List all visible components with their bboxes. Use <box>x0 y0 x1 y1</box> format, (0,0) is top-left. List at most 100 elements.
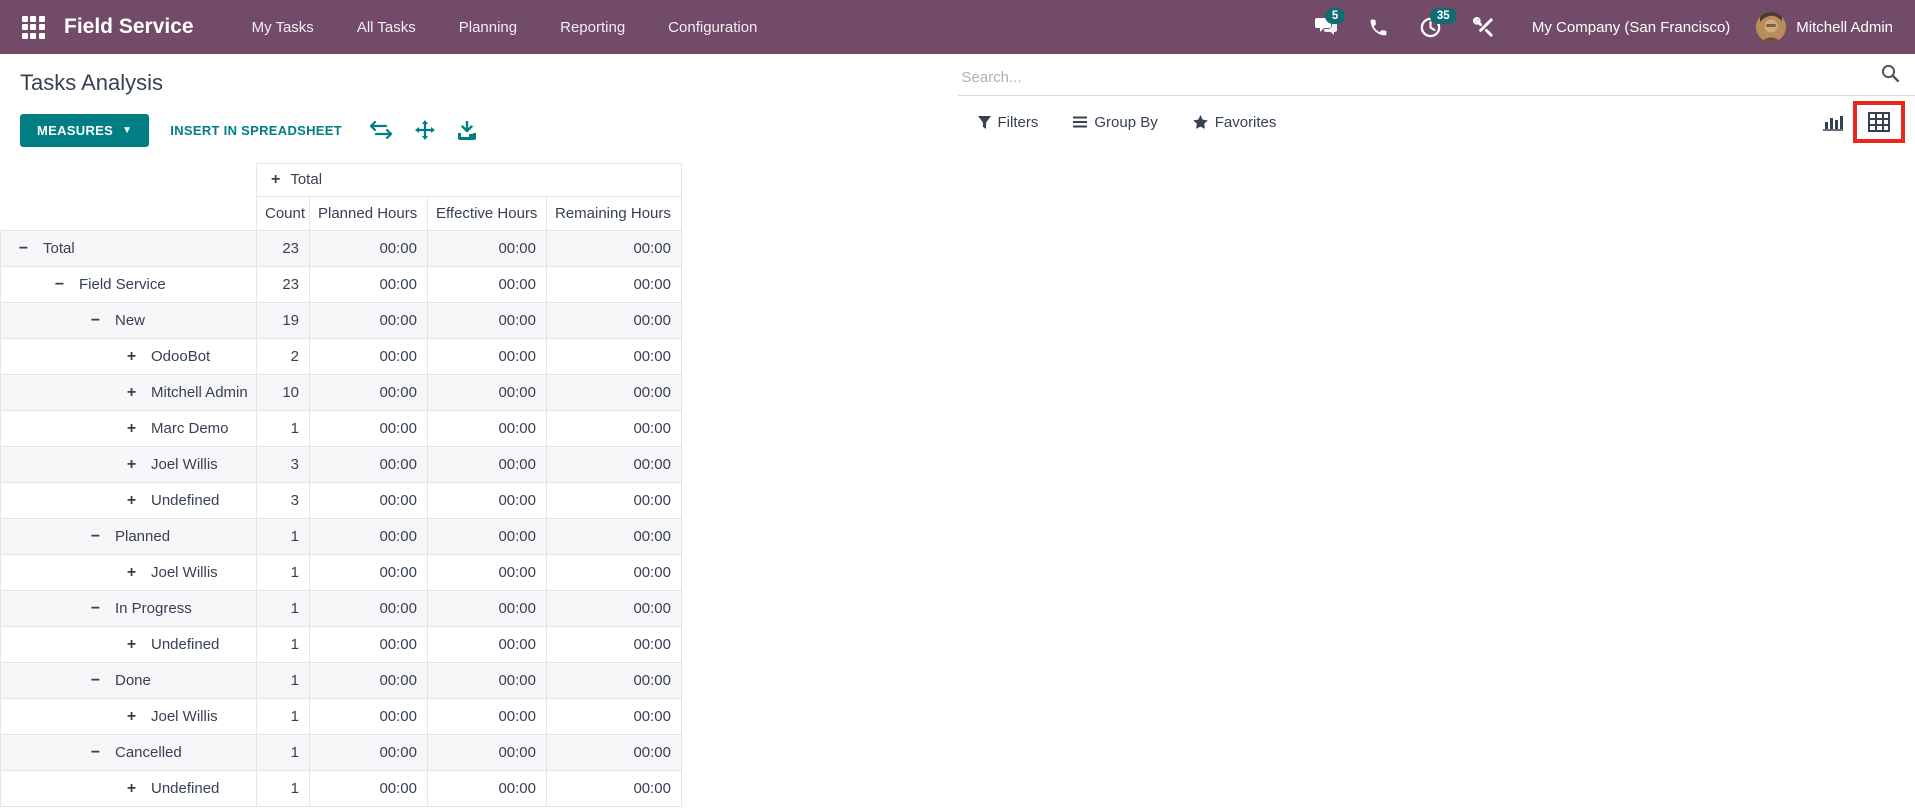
bar-chart-view-button[interactable] <box>1813 107 1853 137</box>
row-header-field-service[interactable]: − Field Service <box>0 266 257 303</box>
expand-icon[interactable]: + <box>125 708 138 726</box>
expand-icon[interactable]: + <box>125 780 138 798</box>
apps-menu-button[interactable] <box>16 10 50 44</box>
row-header-in-progress[interactable]: − In Progress <box>0 590 257 627</box>
collapse-icon[interactable]: − <box>53 276 66 294</box>
page-title: Tasks Analysis <box>20 70 164 95</box>
row-header-undefined[interactable]: + Undefined <box>0 770 257 807</box>
measure-header[interactable]: Remaining Hours <box>546 196 682 231</box>
pivot-toolbar: MEASURES ▼ INSERT IN SPREADSHEET <box>20 111 958 149</box>
collapse-icon[interactable]: − <box>89 744 102 762</box>
expand-icon[interactable]: + <box>125 384 138 402</box>
measure-header[interactable]: Count <box>256 196 310 231</box>
cell-value: 1 <box>256 626 310 663</box>
row-header-joel-willis[interactable]: + Joel Willis <box>0 446 257 483</box>
collapse-icon[interactable]: − <box>89 528 102 546</box>
top-navbar: Field Service My Tasks All Tasks Planning R… <box>0 0 1915 54</box>
expand-icon[interactable]: + <box>125 636 138 654</box>
row-header-joel-willis[interactable]: + Joel Willis <box>0 554 257 591</box>
expand-icon[interactable]: + <box>125 348 138 366</box>
menu-item-all-tasks[interactable]: All Tasks <box>357 19 416 36</box>
table-row: + Undefined 1 00:00 00:00 00:00 <box>0 626 682 663</box>
row-header-marc-demo[interactable]: + Marc Demo <box>0 410 257 447</box>
avatar <box>1756 12 1787 42</box>
cell-value: 00:00 <box>546 230 682 267</box>
app-title[interactable]: Field Service <box>64 15 194 39</box>
expand-icon[interactable]: + <box>125 456 138 474</box>
row-header-cancelled[interactable]: − Cancelled <box>0 734 257 771</box>
column-group-total[interactable]: + Total <box>256 163 682 197</box>
table-row: − Planned 1 00:00 00:00 00:00 <box>0 518 682 555</box>
pivot-view-button[interactable] <box>1866 110 1892 134</box>
cell-value: 1 <box>256 554 310 591</box>
cell-value: 19 <box>256 302 310 339</box>
cell-value: 00:00 <box>546 770 682 807</box>
favorites-label: Favorites <box>1214 113 1277 131</box>
row-header-total[interactable]: − Total <box>0 230 257 267</box>
cell-value: 2 <box>256 338 310 375</box>
row-header-undefined[interactable]: + Undefined <box>0 482 257 519</box>
cell-value: 00:00 <box>309 734 428 771</box>
collapse-icon[interactable]: − <box>89 312 102 330</box>
collapse-icon[interactable]: − <box>89 600 102 618</box>
main-menu: My Tasks All Tasks Planning Reporting Config… <box>252 19 758 36</box>
cell-value: 00:00 <box>427 266 547 303</box>
row-header-planned[interactable]: − Planned <box>0 518 257 555</box>
row-label: Marc Demo <box>151 419 229 437</box>
messages-button[interactable]: 5 <box>1299 0 1353 54</box>
search-icon[interactable] <box>1881 64 1900 87</box>
filters-label: Filters <box>997 113 1039 131</box>
cell-value: 1 <box>256 698 310 735</box>
table-row: − New 19 00:00 00:00 00:00 <box>0 302 682 339</box>
expand-icon[interactable]: + <box>125 564 138 582</box>
row-header-joel-willis[interactable]: + Joel Willis <box>0 698 257 735</box>
collapse-icon[interactable]: − <box>89 672 102 690</box>
cell-value: 00:00 <box>427 338 547 375</box>
row-header-undefined[interactable]: + Undefined <box>0 626 257 663</box>
expand-icon[interactable]: + <box>125 420 138 438</box>
company-switcher[interactable]: My Company (San Francisco) <box>1532 19 1730 36</box>
measures-button[interactable]: MEASURES ▼ <box>20 113 150 147</box>
user-menu[interactable]: Mitchell Admin <box>1756 12 1899 42</box>
move-arrows-icon <box>415 120 435 140</box>
download-button[interactable] <box>458 120 476 140</box>
collapse-icon[interactable]: − <box>17 240 30 258</box>
row-header-done[interactable]: − Done <box>0 662 257 699</box>
cell-value: 00:00 <box>546 734 682 771</box>
insert-in-spreadsheet-button[interactable]: INSERT IN SPREADSHEET <box>170 123 342 138</box>
row-header-mitchell-admin[interactable]: + Mitchell Admin <box>0 374 257 411</box>
measure-header[interactable]: Planned Hours <box>309 196 428 231</box>
group-by-button[interactable]: Group By <box>1073 114 1158 131</box>
expand-all-button[interactable] <box>415 120 435 140</box>
systray: 5 35 My Company (San Francisco) Mitchell… <box>1299 0 1899 54</box>
filters-button[interactable]: Filters <box>977 113 1039 131</box>
row-label: Undefined <box>151 491 220 509</box>
cell-value: 00:00 <box>309 518 428 555</box>
activities-button[interactable]: 35 <box>1404 0 1457 54</box>
menu-item-reporting[interactable]: Reporting <box>560 19 625 36</box>
flip-axis-button[interactable] <box>370 121 392 139</box>
menu-item-my-tasks[interactable]: My Tasks <box>252 19 314 36</box>
debug-tools-button[interactable] <box>1457 0 1510 54</box>
favorites-button[interactable]: Favorites <box>1192 113 1277 131</box>
row-header-odoobot[interactable]: + OdooBot <box>0 338 257 375</box>
expand-icon[interactable]: + <box>271 171 280 188</box>
cell-value: 00:00 <box>546 266 682 303</box>
pivot-grid-icon <box>1868 112 1890 132</box>
cell-value: 00:00 <box>309 410 428 447</box>
cell-value: 00:00 <box>427 482 547 519</box>
cell-value: 3 <box>256 446 310 483</box>
measure-header[interactable]: Effective Hours <box>427 196 547 231</box>
cell-value: 00:00 <box>546 302 682 339</box>
calls-button[interactable] <box>1353 0 1404 54</box>
menu-item-planning[interactable]: Planning <box>459 19 517 36</box>
search-input[interactable] <box>957 69 1915 95</box>
cell-value: 00:00 <box>427 302 547 339</box>
menu-item-configuration[interactable]: Configuration <box>668 19 757 36</box>
expand-icon[interactable]: + <box>125 492 138 510</box>
search-bar <box>957 54 1915 96</box>
row-header-new[interactable]: − New <box>0 302 257 339</box>
lines-icon <box>1073 116 1088 128</box>
table-row: − Cancelled 1 00:00 00:00 00:00 <box>0 734 682 771</box>
pivot-view: + Total Count Planned Hours Effective Hours… <box>0 163 1915 807</box>
